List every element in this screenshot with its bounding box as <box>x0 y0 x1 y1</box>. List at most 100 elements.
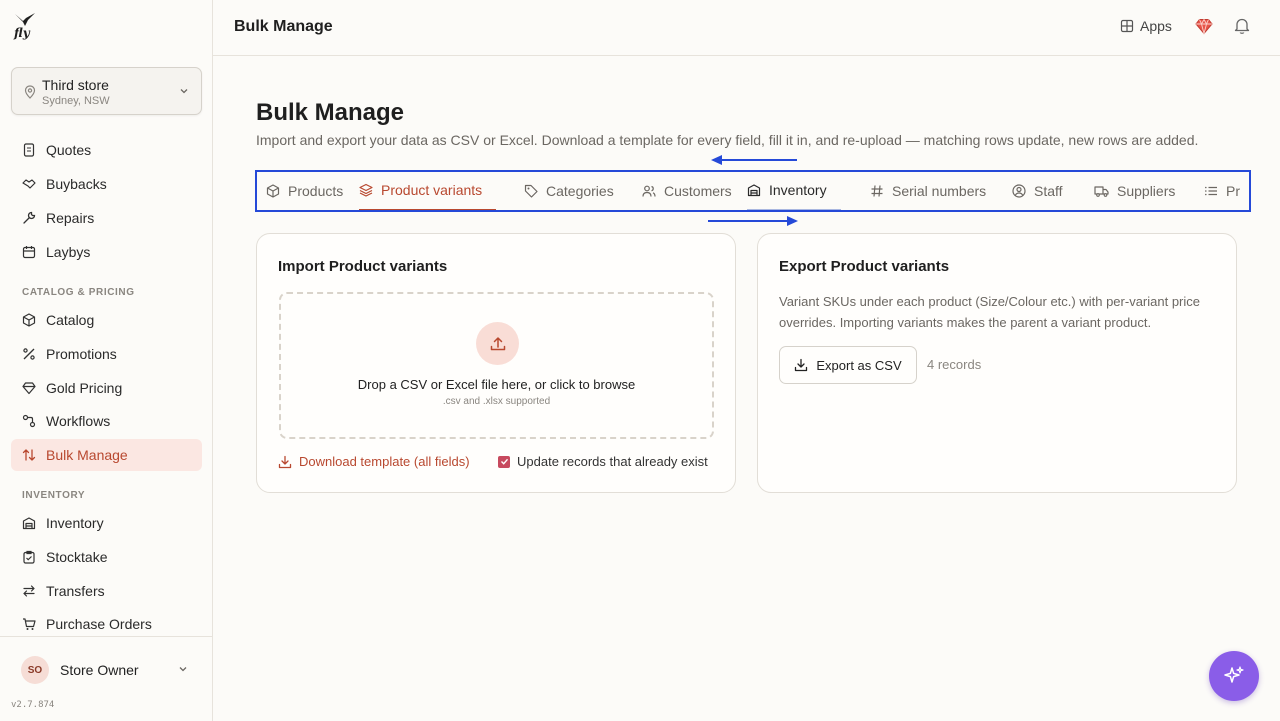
chevron-down-icon[interactable] <box>178 664 188 674</box>
ai-assistant-button[interactable] <box>1209 651 1259 701</box>
sidebar-item-label: Repairs <box>46 210 95 226</box>
sidebar-item-gold-pricing[interactable]: Gold Pricing <box>11 372 202 404</box>
sparkles-icon <box>1224 666 1244 683</box>
tab-label: Categories <box>546 183 614 199</box>
sidebar-item-label: Purchase Orders <box>46 616 152 632</box>
sidebar-section-inventory: INVENTORY <box>22 490 86 501</box>
layers-icon <box>359 183 373 197</box>
location-pin-icon <box>24 85 36 99</box>
clipboard-icon <box>23 550 35 564</box>
percent-icon <box>23 348 35 360</box>
sidebar-section-catalog: CATALOG & PRICING <box>22 287 135 298</box>
cart-icon <box>23 618 36 630</box>
sidebar-item-label: Promotions <box>46 346 117 362</box>
tab-product-variants[interactable]: Product variants <box>359 171 497 211</box>
export-button-label: Export as CSV <box>816 357 902 373</box>
tab-label: Inventory <box>769 182 827 198</box>
checkbox-checked-icon[interactable] <box>498 455 510 468</box>
tab-staff[interactable]: Staff <box>1012 171 1063 211</box>
apps-button[interactable]: Apps <box>1120 18 1172 34</box>
warehouse-icon <box>747 184 761 197</box>
store-location: Sydney, NSW <box>42 95 110 107</box>
upload-icon-circle <box>476 322 519 365</box>
tab-serial-numbers[interactable]: Serial numbers <box>870 171 986 211</box>
tab-label: Serial numbers <box>892 183 987 199</box>
store-selector[interactable]: Third store Sydney, NSW <box>11 67 202 115</box>
list-icon <box>1205 186 1217 196</box>
sidebar-item-label: Bulk Manage <box>46 447 128 463</box>
avatar[interactable]: SO <box>21 656 49 684</box>
arrow-head-right-icon <box>787 216 798 226</box>
dropzone-subtext: .csv and .xlsx supported <box>442 396 551 407</box>
sidebar-item-label: Inventory <box>46 515 104 531</box>
sidebar-footer: SO Store Owner v2.7.874 <box>0 636 212 721</box>
sidebar-item-catalog[interactable]: Catalog <box>11 304 202 336</box>
tab-label: Suppliers <box>1117 183 1176 199</box>
arrow-head-left-icon <box>711 155 722 165</box>
sidebar-item-transfers[interactable]: Transfers <box>11 575 202 607</box>
tab-products[interactable]: Products <box>266 171 343 211</box>
entity-tabs: Products Product variants Categories Cus… <box>256 171 1250 211</box>
import-card: Import Product variants Drop a CSV or Ex… <box>256 233 736 493</box>
update-existing-label: Update records that already exist <box>517 454 708 469</box>
export-card: Export Product variants Variant SKUs und… <box>757 233 1237 493</box>
export-csv-button[interactable]: Export as CSV <box>779 346 917 384</box>
sidebar-item-label: Catalog <box>46 312 95 328</box>
sidebar-item-laybys[interactable]: Laybys <box>11 236 202 268</box>
handshake-icon <box>22 179 36 189</box>
page-title: Bulk Manage <box>256 99 405 126</box>
tab-label: Staff <box>1034 183 1063 199</box>
download-template-label: Download template (all fields) <box>299 454 470 469</box>
apps-label: Apps <box>1140 18 1172 34</box>
file-dropzone[interactable]: Drop a CSV or Excel file here, or click … <box>279 292 714 439</box>
export-card-title: Export Product variants <box>779 258 950 275</box>
workflow-icon <box>22 414 36 428</box>
bell-icon[interactable] <box>1234 17 1250 35</box>
logo-text: fly <box>14 26 30 40</box>
warehouse-icon <box>22 517 36 530</box>
gem-icon[interactable] <box>1195 18 1213 35</box>
calendar-icon <box>22 246 36 259</box>
hash-icon <box>871 185 883 197</box>
tab-categories[interactable]: Categories <box>524 171 614 211</box>
page-description: Import and export your data as CSV or Ex… <box>256 132 1199 148</box>
tab-suppliers[interactable]: Suppliers <box>1094 171 1175 211</box>
box-icon <box>22 313 36 327</box>
cube-icon <box>266 184 280 198</box>
sidebar-item-promotions[interactable]: Promotions <box>11 338 202 370</box>
user-name[interactable]: Store Owner <box>60 662 139 678</box>
user-circle-icon <box>1012 184 1026 198</box>
tab-customers[interactable]: Customers <box>642 171 732 211</box>
tab-label: Product variants <box>381 182 483 198</box>
app-version: v2.7.874 <box>11 700 55 710</box>
import-card-title: Import Product variants <box>278 258 448 275</box>
upload-icon <box>490 336 505 350</box>
download-template-link[interactable]: Download template (all fields) <box>278 454 470 469</box>
transfer-icon <box>23 585 35 597</box>
sidebar-item-stocktake[interactable]: Stocktake <box>11 541 202 573</box>
download-icon <box>795 358 808 372</box>
sidebar-item-buybacks[interactable]: Buybacks <box>11 168 202 200</box>
download-icon <box>278 455 292 468</box>
tab-label: Products <box>288 183 344 199</box>
sidebar-item-inventory[interactable]: Inventory <box>11 507 202 539</box>
sidebar-item-bulk-manage[interactable]: Bulk Manage <box>11 439 202 471</box>
sidebar-item-label: Transfers <box>46 583 105 599</box>
gem-icon <box>22 382 36 395</box>
grid-icon <box>1120 19 1134 33</box>
sidebar-item-label: Buybacks <box>46 176 107 192</box>
sidebar: fly Third store Sydney, NSW Quotes Buyba… <box>0 0 213 721</box>
sidebar-item-quotes[interactable]: Quotes <box>11 134 202 166</box>
tag-icon <box>524 184 538 198</box>
update-existing-checkbox[interactable]: Update records that already exist <box>498 454 708 469</box>
truck-icon <box>1094 186 1109 197</box>
export-description: Variant SKUs under each product (Size/Co… <box>779 294 1201 330</box>
swap-icon <box>22 449 36 461</box>
sidebar-item-repairs[interactable]: Repairs <box>11 202 202 234</box>
topbar-title: Bulk Manage <box>234 18 333 35</box>
tab-pr[interactable]: Pr <box>1204 171 1240 211</box>
tab-inventory[interactable]: Inventory <box>747 171 841 211</box>
sidebar-item-workflows[interactable]: Workflows <box>11 405 202 437</box>
store-name: Third store <box>42 77 109 93</box>
wrench-icon <box>23 211 36 224</box>
